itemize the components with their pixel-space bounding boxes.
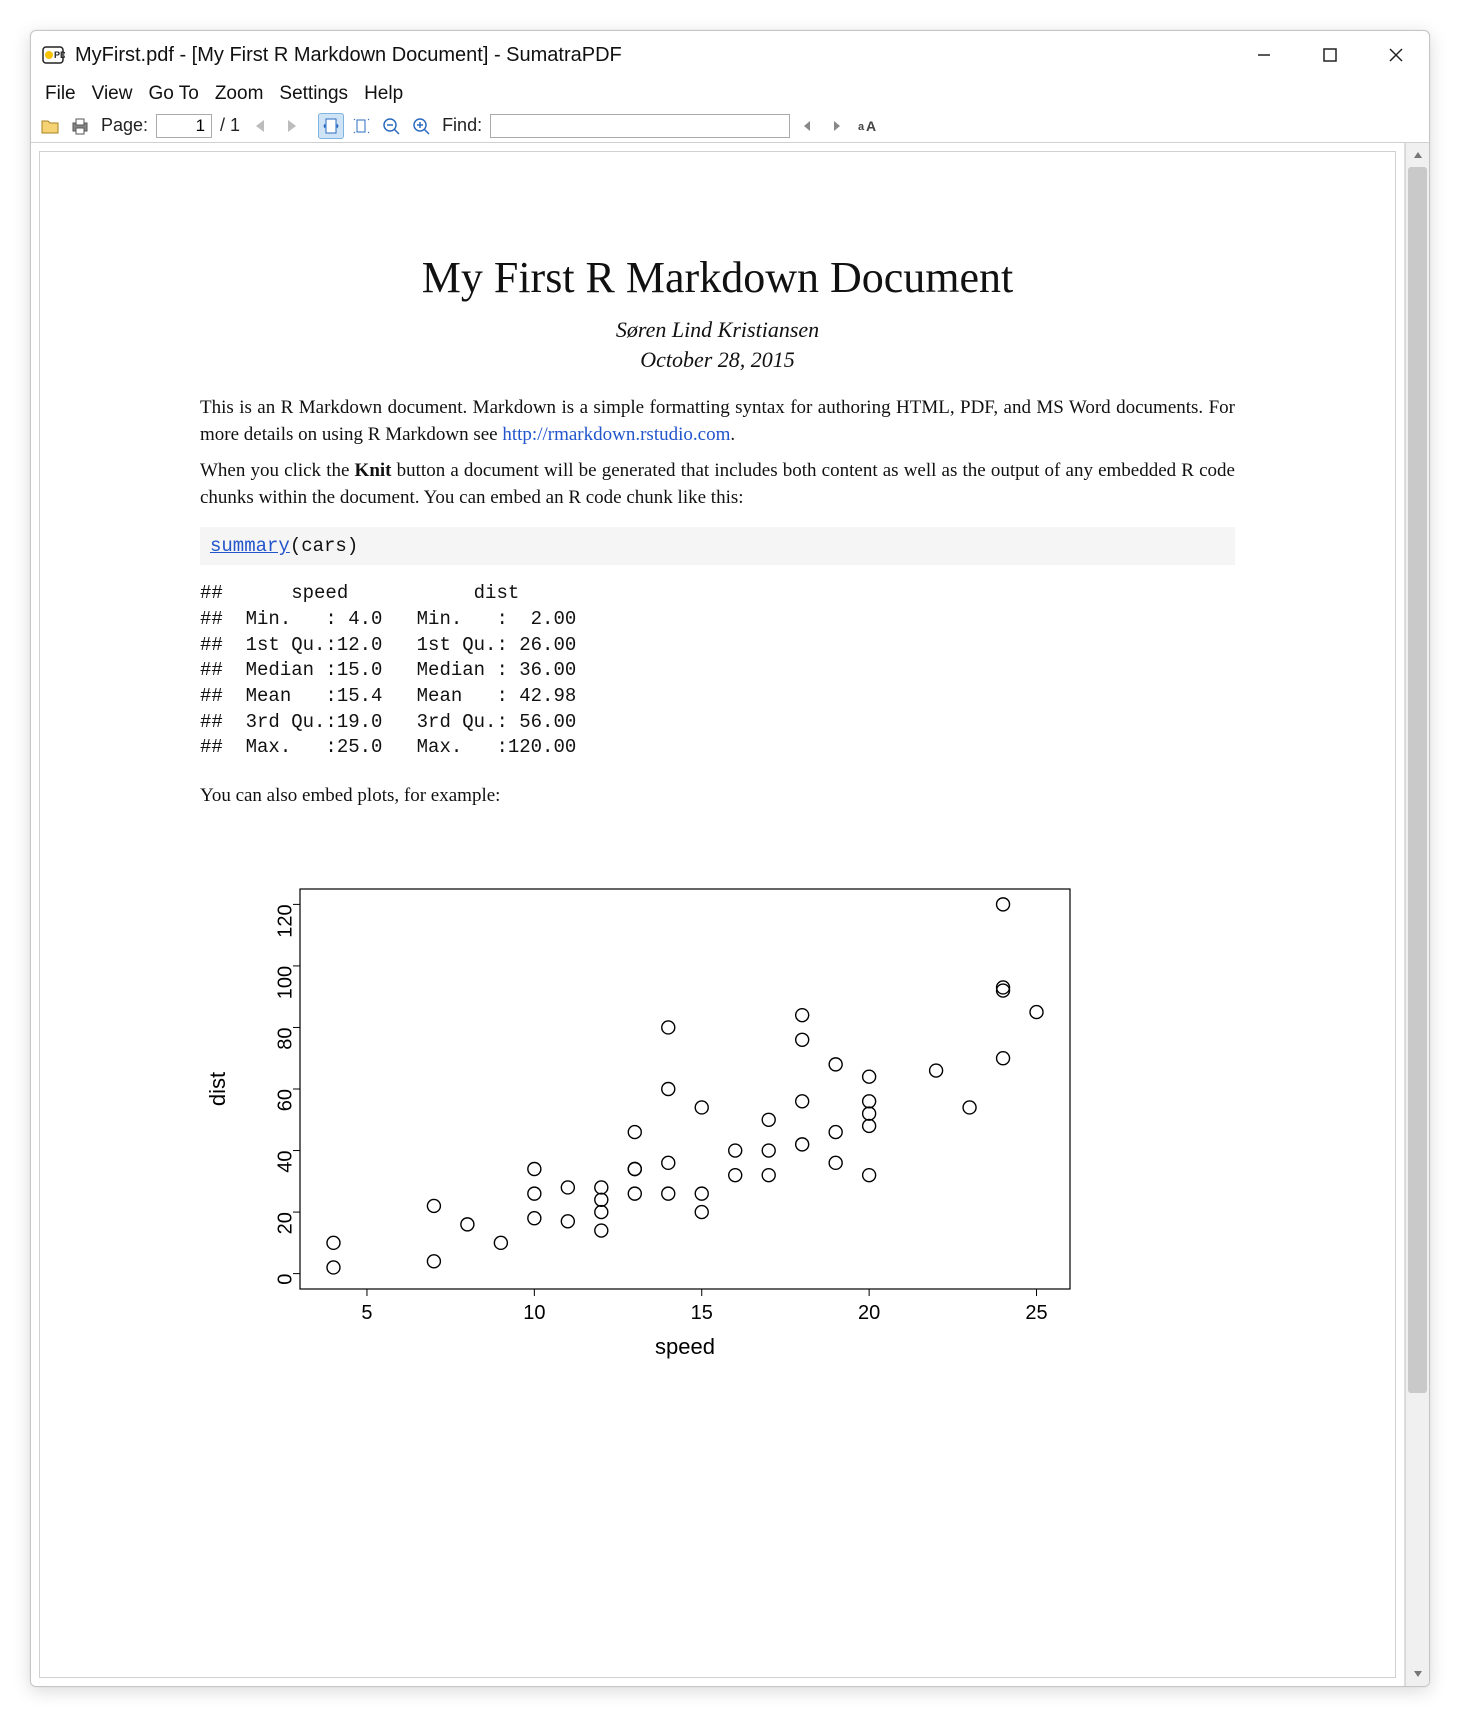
scroll-up-icon[interactable] [1406, 143, 1429, 167]
app-icon: PDF [41, 43, 65, 67]
document-viewport: My First R Markdown Document Søren Lind … [31, 143, 1405, 1686]
p1b: . [730, 424, 735, 445]
svg-text:80: 80 [274, 1028, 296, 1050]
p2a: When you click the [200, 460, 355, 481]
code-block: summary(cars) [200, 527, 1235, 565]
pdf-page: My First R Markdown Document Søren Lind … [39, 151, 1396, 1678]
match-case-icon[interactable]: aA [854, 113, 880, 139]
doc-paragraph-1: This is an R Markdown document. Markdown… [200, 395, 1235, 448]
scroll-down-icon[interactable] [1406, 1662, 1429, 1686]
zoom-in-icon[interactable] [408, 113, 434, 139]
find-input[interactable] [490, 114, 790, 138]
svg-text:PDF: PDF [54, 50, 65, 60]
svg-text:20: 20 [858, 1302, 880, 1324]
code-fn: summary [210, 535, 290, 557]
window-title: MyFirst.pdf - [My First R Markdown Docum… [75, 44, 622, 67]
scatter-plot: 5 10 15 20 25 0 20 40 60 80 100 120 speed dist [200, 869, 1235, 1374]
code-output: ## speed dist ## Min. : 4.0 Min. : 2.00 … [200, 581, 1235, 760]
svg-text:100: 100 [274, 966, 296, 999]
doc-title: My First R Markdown Document [200, 252, 1235, 303]
print-icon[interactable] [67, 113, 93, 139]
find-next-icon[interactable] [824, 113, 850, 139]
page-total: / 1 [216, 115, 244, 136]
vertical-scrollbar[interactable] [1405, 143, 1429, 1686]
menu-view[interactable]: View [86, 81, 139, 107]
doc-paragraph-3: You can also embed plots, for example: [200, 783, 1235, 810]
menu-settings[interactable]: Settings [273, 81, 354, 107]
menubar: File View Go To Zoom Settings Help [31, 79, 1429, 109]
toolbar: Page: / 1 Find: aA [31, 109, 1429, 143]
find-label: Find: [438, 115, 486, 136]
svg-text:25: 25 [1025, 1302, 1047, 1324]
minimize-button[interactable] [1231, 31, 1297, 79]
svg-text:speed: speed [655, 1334, 715, 1359]
scroll-track[interactable] [1406, 167, 1429, 1662]
svg-text:0: 0 [274, 1274, 296, 1285]
doc-date: October 28, 2015 [200, 347, 1235, 373]
open-file-icon[interactable] [37, 113, 63, 139]
titlebar: PDF MyFirst.pdf - [My First R Markdown D… [31, 31, 1429, 79]
svg-text:10: 10 [523, 1302, 545, 1324]
page-label: Page: [97, 115, 152, 136]
svg-text:A: A [866, 118, 876, 134]
close-button[interactable] [1363, 31, 1429, 79]
page-number-input[interactable] [156, 114, 212, 138]
prev-page-icon[interactable] [248, 113, 274, 139]
zoom-out-icon[interactable] [378, 113, 404, 139]
svg-text:20: 20 [274, 1213, 296, 1235]
svg-text:60: 60 [274, 1089, 296, 1111]
svg-text:120: 120 [274, 905, 296, 938]
doc-paragraph-2: When you click the Knit button a documen… [200, 458, 1235, 511]
knit-word: Knit [355, 460, 392, 481]
menu-goto[interactable]: Go To [142, 81, 204, 107]
scroll-thumb[interactable] [1408, 167, 1427, 1393]
svg-text:dist: dist [205, 1072, 230, 1106]
code-rest: (cars) [290, 535, 358, 557]
rmarkdown-link[interactable]: http://rmarkdown.rstudio.com [502, 424, 730, 445]
svg-text:40: 40 [274, 1151, 296, 1173]
maximize-button[interactable] [1297, 31, 1363, 79]
find-prev-icon[interactable] [794, 113, 820, 139]
menu-help[interactable]: Help [358, 81, 409, 107]
menu-file[interactable]: File [39, 81, 82, 107]
app-window: PDF MyFirst.pdf - [My First R Markdown D… [30, 30, 1430, 1687]
svg-text:a: a [858, 121, 865, 133]
menu-zoom[interactable]: Zoom [209, 81, 270, 107]
fit-width-icon[interactable] [318, 113, 344, 139]
next-page-icon[interactable] [278, 113, 304, 139]
fit-page-icon[interactable] [348, 113, 374, 139]
content-wrap: My First R Markdown Document Søren Lind … [31, 143, 1429, 1686]
doc-author: Søren Lind Kristiansen [200, 317, 1235, 343]
svg-text:15: 15 [691, 1302, 713, 1324]
window-controls [1231, 31, 1429, 79]
svg-text:5: 5 [361, 1302, 372, 1324]
